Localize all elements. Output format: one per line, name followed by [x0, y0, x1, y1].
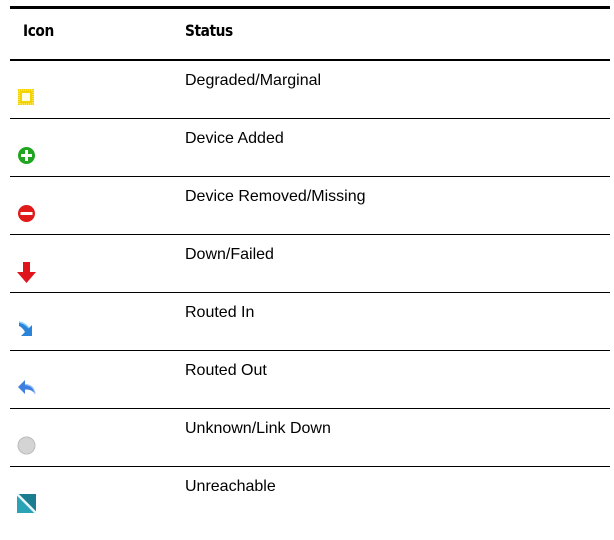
table-row: Routed In: [10, 293, 610, 351]
status-icon-table: Icon Status Degraded/Marginal Device Add…: [10, 6, 610, 525]
table-row: Device Added: [10, 119, 610, 177]
table-row: Down/Failed: [10, 235, 610, 293]
down-failed-icon: [17, 262, 37, 283]
status-label: Device Removed/Missing: [185, 188, 366, 205]
routed-out-icon: [17, 378, 37, 398]
status-label: Routed Out: [185, 362, 267, 379]
column-header-icon: Icon: [23, 21, 54, 40]
status-label: Device Added: [185, 130, 284, 147]
table-row: Routed Out: [10, 351, 610, 409]
table-row: Unknown/Link Down: [10, 409, 610, 467]
status-label: Down/Failed: [185, 246, 274, 263]
status-label: Degraded/Marginal: [185, 72, 322, 89]
unreachable-icon: [17, 494, 37, 514]
table-row: Device Removed/Missing: [10, 177, 610, 235]
table-header: Icon Status: [10, 9, 610, 59]
status-label: Routed In: [185, 304, 255, 321]
status-label: Unknown/Link Down: [185, 420, 331, 437]
unknown-link-down-icon: [17, 436, 37, 456]
degraded-marginal-icon: [17, 88, 37, 108]
device-removed-icon: [17, 204, 37, 224]
routed-in-icon: [17, 320, 37, 340]
table-row: Unreachable: [10, 467, 610, 525]
column-header-status: Status: [185, 21, 233, 40]
status-label: Unreachable: [185, 478, 276, 495]
table-row: Degraded/Marginal: [10, 61, 610, 119]
device-added-icon: [17, 146, 37, 166]
